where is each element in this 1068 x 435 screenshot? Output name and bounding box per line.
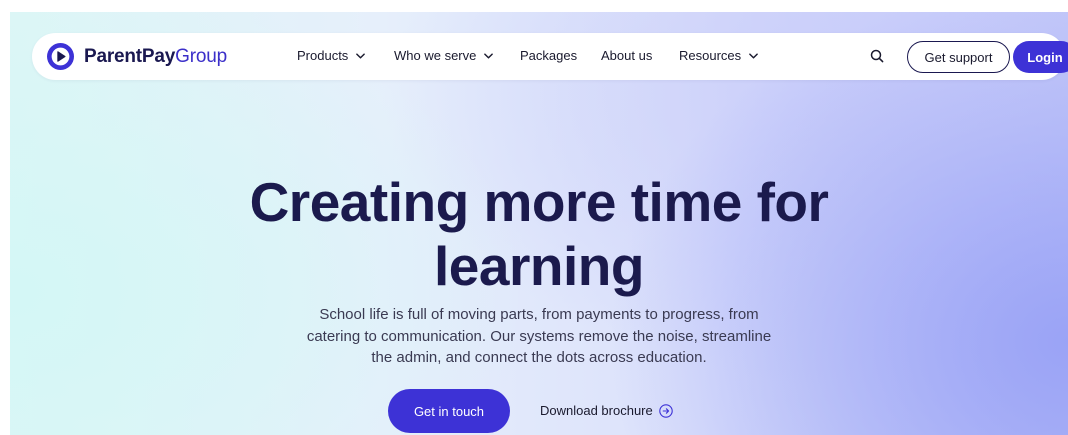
hero-description-line: the admin, and connect the dots across e… [371, 349, 707, 366]
nav-item-label: About us [601, 48, 653, 63]
get-support-button[interactable]: Get support [907, 41, 1010, 73]
brand-name-bold: ParentPay [84, 45, 176, 67]
chevron-down-icon [356, 52, 366, 59]
get-in-touch-button[interactable]: Get in touch [388, 389, 510, 433]
hero-description-line: School life is full of moving parts, fro… [319, 306, 759, 323]
download-brochure-label: Download brochure [540, 403, 653, 418]
nav-item-label: Resources [679, 48, 742, 63]
search-icon[interactable] [870, 49, 884, 63]
hero-description-line: catering to communication. Our systems r… [306, 327, 772, 345]
nav-item-label: Products [297, 48, 349, 63]
chevron-down-icon [749, 52, 758, 59]
hero-section: ParentPayGroup Products Who we serve Pac… [10, 12, 1068, 435]
nav-item-who-we-serve[interactable]: Who we serve [394, 48, 494, 63]
nav-item-resources[interactable]: Resources [679, 48, 758, 63]
brand-name: ParentPayGroup [84, 46, 227, 68]
arrow-right-circle-icon [658, 403, 673, 418]
nav-item-label: Who we serve [394, 48, 477, 63]
hero-headline-line: Creating more time for [249, 171, 829, 233]
hero-headline-line: learning [434, 235, 644, 297]
chevron-down-icon [484, 52, 494, 59]
login-button[interactable]: Login [1013, 41, 1068, 73]
hero-description: School life is full of moving parts, fro… [10, 304, 1068, 369]
top-navbar: ParentPayGroup Products Who we serve Pac… [32, 33, 1068, 80]
brand-logo-link[interactable]: ParentPayGroup [47, 43, 227, 70]
download-brochure-link[interactable]: Download brochure [540, 403, 673, 418]
hero-headline: Creating more time for learning [10, 170, 1068, 298]
nav-item-about-us[interactable]: About us [601, 48, 652, 63]
brand-name-light: Group [175, 45, 227, 67]
nav-item-label: Packages [520, 48, 578, 63]
nav-item-products[interactable]: Products [297, 48, 366, 63]
nav-item-packages[interactable]: Packages [520, 48, 577, 63]
play-circle-logo-icon [47, 43, 74, 70]
